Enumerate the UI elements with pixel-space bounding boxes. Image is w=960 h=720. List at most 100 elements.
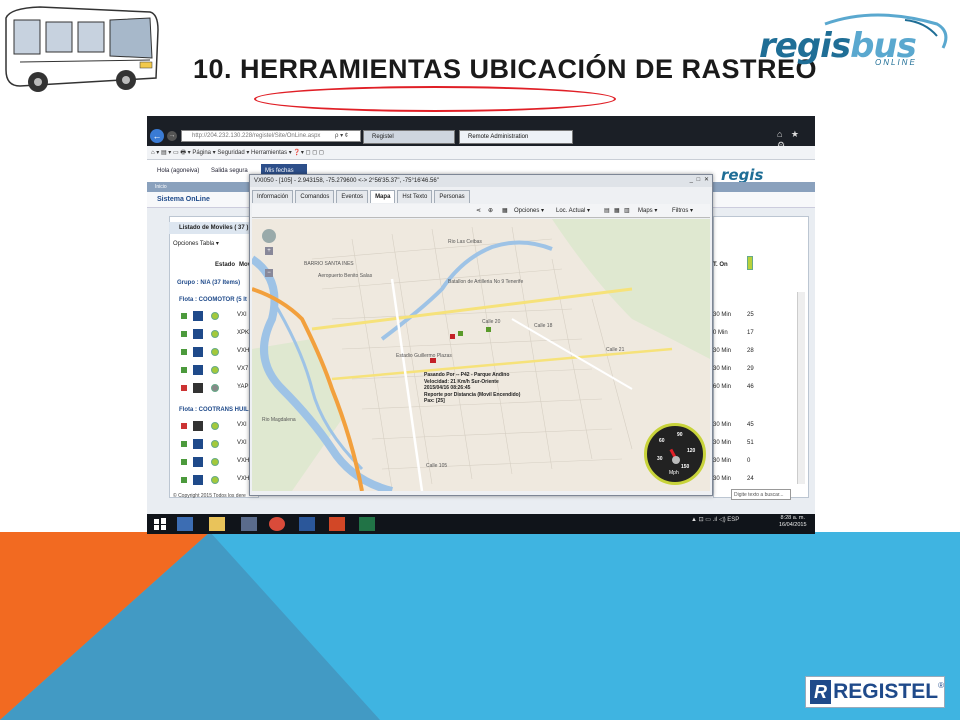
share-icon[interactable]: ⋖ [476, 207, 481, 214]
opciones-menu[interactable]: Opciones ▾ [514, 207, 544, 214]
browser-tab-registel[interactable]: Registel [363, 130, 455, 144]
windows-start-icon[interactable] [153, 517, 169, 531]
gps-icon [211, 366, 219, 374]
map-label-estadio: Estadio Guillermo Plazas [396, 353, 452, 359]
table-icon[interactable]: ▥ [624, 207, 630, 214]
gps-icon [211, 458, 219, 466]
ie-icon[interactable] [177, 517, 193, 531]
app-icon[interactable] [241, 517, 257, 531]
print-icon[interactable]: ▦ [502, 207, 508, 214]
gps-icon [211, 384, 219, 392]
zoom-out-button[interactable]: − [265, 269, 273, 277]
search-input[interactable]: Digite texto a buscar... [731, 489, 791, 500]
time-cell: 30 Min [713, 422, 732, 428]
gps-icon [211, 330, 219, 338]
plate: VX7 [237, 366, 249, 372]
detail-row[interactable]: 30 Min 25 [713, 308, 809, 326]
battery-icon [747, 256, 753, 270]
map-label-calle20: Calle 20 [482, 319, 501, 325]
back-button[interactable]: ← [150, 129, 164, 143]
vehicle-row[interactable]: VXI [179, 436, 259, 454]
map-toolbar: ⋖ ⊕ ▦ Opciones ▾ Loc. Actual ▾ ▤ ▦ ▥ Map… [252, 204, 710, 218]
detail-row[interactable]: 30 Min 24 [713, 472, 809, 490]
word-icon[interactable] [299, 517, 315, 531]
browser-tab-remote-admin[interactable]: Remote Administration [459, 130, 573, 144]
tab-personas[interactable]: Personas [434, 190, 470, 203]
group-header[interactable]: Grupo : N/A (37 Items) [177, 280, 240, 286]
column-estado[interactable]: Estado [215, 262, 235, 268]
filtros-menu[interactable]: Filtros ▾ [672, 207, 693, 214]
map-label-barrio: BARRIO SANTA INES [304, 261, 354, 267]
gauge-tick: 120 [687, 448, 696, 454]
plate: VXI [237, 312, 247, 318]
vertical-scrollbar[interactable] [797, 292, 805, 484]
value-cell: 17 [747, 330, 754, 336]
forward-button[interactable]: → [167, 131, 177, 141]
detail-row[interactable]: 30 Min 29 [713, 362, 809, 380]
vehicle-row[interactable]: YAP [179, 380, 259, 398]
column-t-on[interactable]: T. On [713, 262, 728, 268]
tab-hst-texto[interactable]: Hst Texto [397, 190, 433, 203]
detail-row[interactable]: 30 Min 28 [713, 344, 809, 362]
fleet-header-cootrans[interactable]: Flota : COOTRANS HUIL [179, 407, 249, 413]
registel-icon [193, 383, 203, 393]
address-tools[interactable]: ρ ▾ ¢ [335, 130, 348, 142]
gps-icon [211, 422, 219, 430]
vehicle-row[interactable]: VXH [179, 454, 259, 472]
vehicle-row[interactable]: VX7 [179, 362, 259, 380]
value-cell: 25 [747, 312, 754, 318]
vehicle-row[interactable]: VXH [179, 344, 259, 362]
layers-icon[interactable]: ▤ [604, 207, 610, 214]
gauge-tick: 30 [657, 456, 663, 462]
tab-comandos[interactable]: Comandos [295, 190, 335, 203]
copyright-text: © Copyright 2015 Todos los dere [173, 493, 246, 499]
tooltip-line: Pasando Por -- P42 - Parque Andino [424, 372, 510, 378]
pan-control-icon[interactable] [262, 229, 276, 243]
detail-row[interactable]: 30 Min 51 [713, 436, 809, 454]
gps-icon [211, 312, 219, 320]
maps-menu[interactable]: Maps ▾ [638, 207, 657, 214]
slide-title: 10. HERRAMIENTAS UBICACIÓN DE RASTREO [193, 54, 818, 84]
status-icon [181, 331, 187, 337]
registel-icon [193, 475, 203, 485]
value-cell: 29 [747, 366, 754, 372]
chrome-icon[interactable] [269, 517, 285, 531]
loc-actual-menu[interactable]: Loc. Actual ▾ [556, 207, 590, 214]
tab-mapa[interactable]: Mapa [370, 190, 396, 203]
registel-icon [193, 365, 203, 375]
detail-row[interactable]: 30 Min 0 [713, 454, 809, 472]
vehicle-row[interactable]: VXI [179, 418, 259, 436]
vehicle-row[interactable]: XPK [179, 326, 259, 344]
vehicle-row[interactable]: VXI [179, 308, 259, 326]
options-table-button[interactable]: Opciones Tabla ▾ [173, 240, 219, 247]
clock[interactable]: 8:28 a. m. 16/04/2015 [779, 515, 807, 529]
detail-row[interactable]: 30 Min 45 [713, 418, 809, 436]
map-label-aeropuerto: Aeropuerto Benito Salas [318, 273, 373, 279]
excel-icon[interactable] [359, 517, 375, 531]
logout-link[interactable]: Salida segura [211, 168, 248, 174]
tab-eventos[interactable]: Eventos [336, 190, 369, 203]
zoom-in-button[interactable]: + [265, 247, 273, 255]
explorer-icon[interactable] [209, 517, 225, 531]
registered-mark: ® [938, 681, 944, 690]
address-bar[interactable]: http://204.232.130.228/registel/Site/OnL… [181, 130, 361, 142]
detail-row[interactable]: 60 Min 46 [713, 380, 809, 398]
registel-logo: R REGISTEL ® [805, 676, 945, 708]
crosshair-icon[interactable]: ⊕ [488, 207, 493, 214]
value-cell: 45 [747, 422, 754, 428]
command-bar[interactable]: ⌂ ▾ ▤ ▾ ▭ 🖶 ▾ Página ▾ Seguridad ▾ Herra… [147, 146, 815, 160]
window-controls[interactable]: _ □ ✕ [690, 176, 710, 183]
powerpoint-icon[interactable] [329, 517, 345, 531]
time-cell: 30 Min [713, 440, 732, 446]
tab-informacion[interactable]: Información [252, 190, 294, 203]
system-tray[interactable]: ▲ ⊡ ▭ .ıl ◁) ESP [691, 516, 739, 523]
detail-row[interactable]: 0 Min 17 [713, 326, 809, 344]
registel-icon [193, 457, 203, 467]
gauge-hub [672, 456, 680, 464]
map-view[interactable]: + − Aeropuerto Benito Salas Batallon de … [252, 219, 710, 491]
fleet-header-coomotor[interactable]: Flota : COOMOTOR (5 It [179, 297, 247, 303]
registel-mark: R [810, 680, 832, 704]
vehicle-row[interactable]: VXH [179, 472, 259, 490]
grid-icon[interactable]: ▦ [614, 207, 620, 214]
registel-icon [193, 421, 203, 431]
